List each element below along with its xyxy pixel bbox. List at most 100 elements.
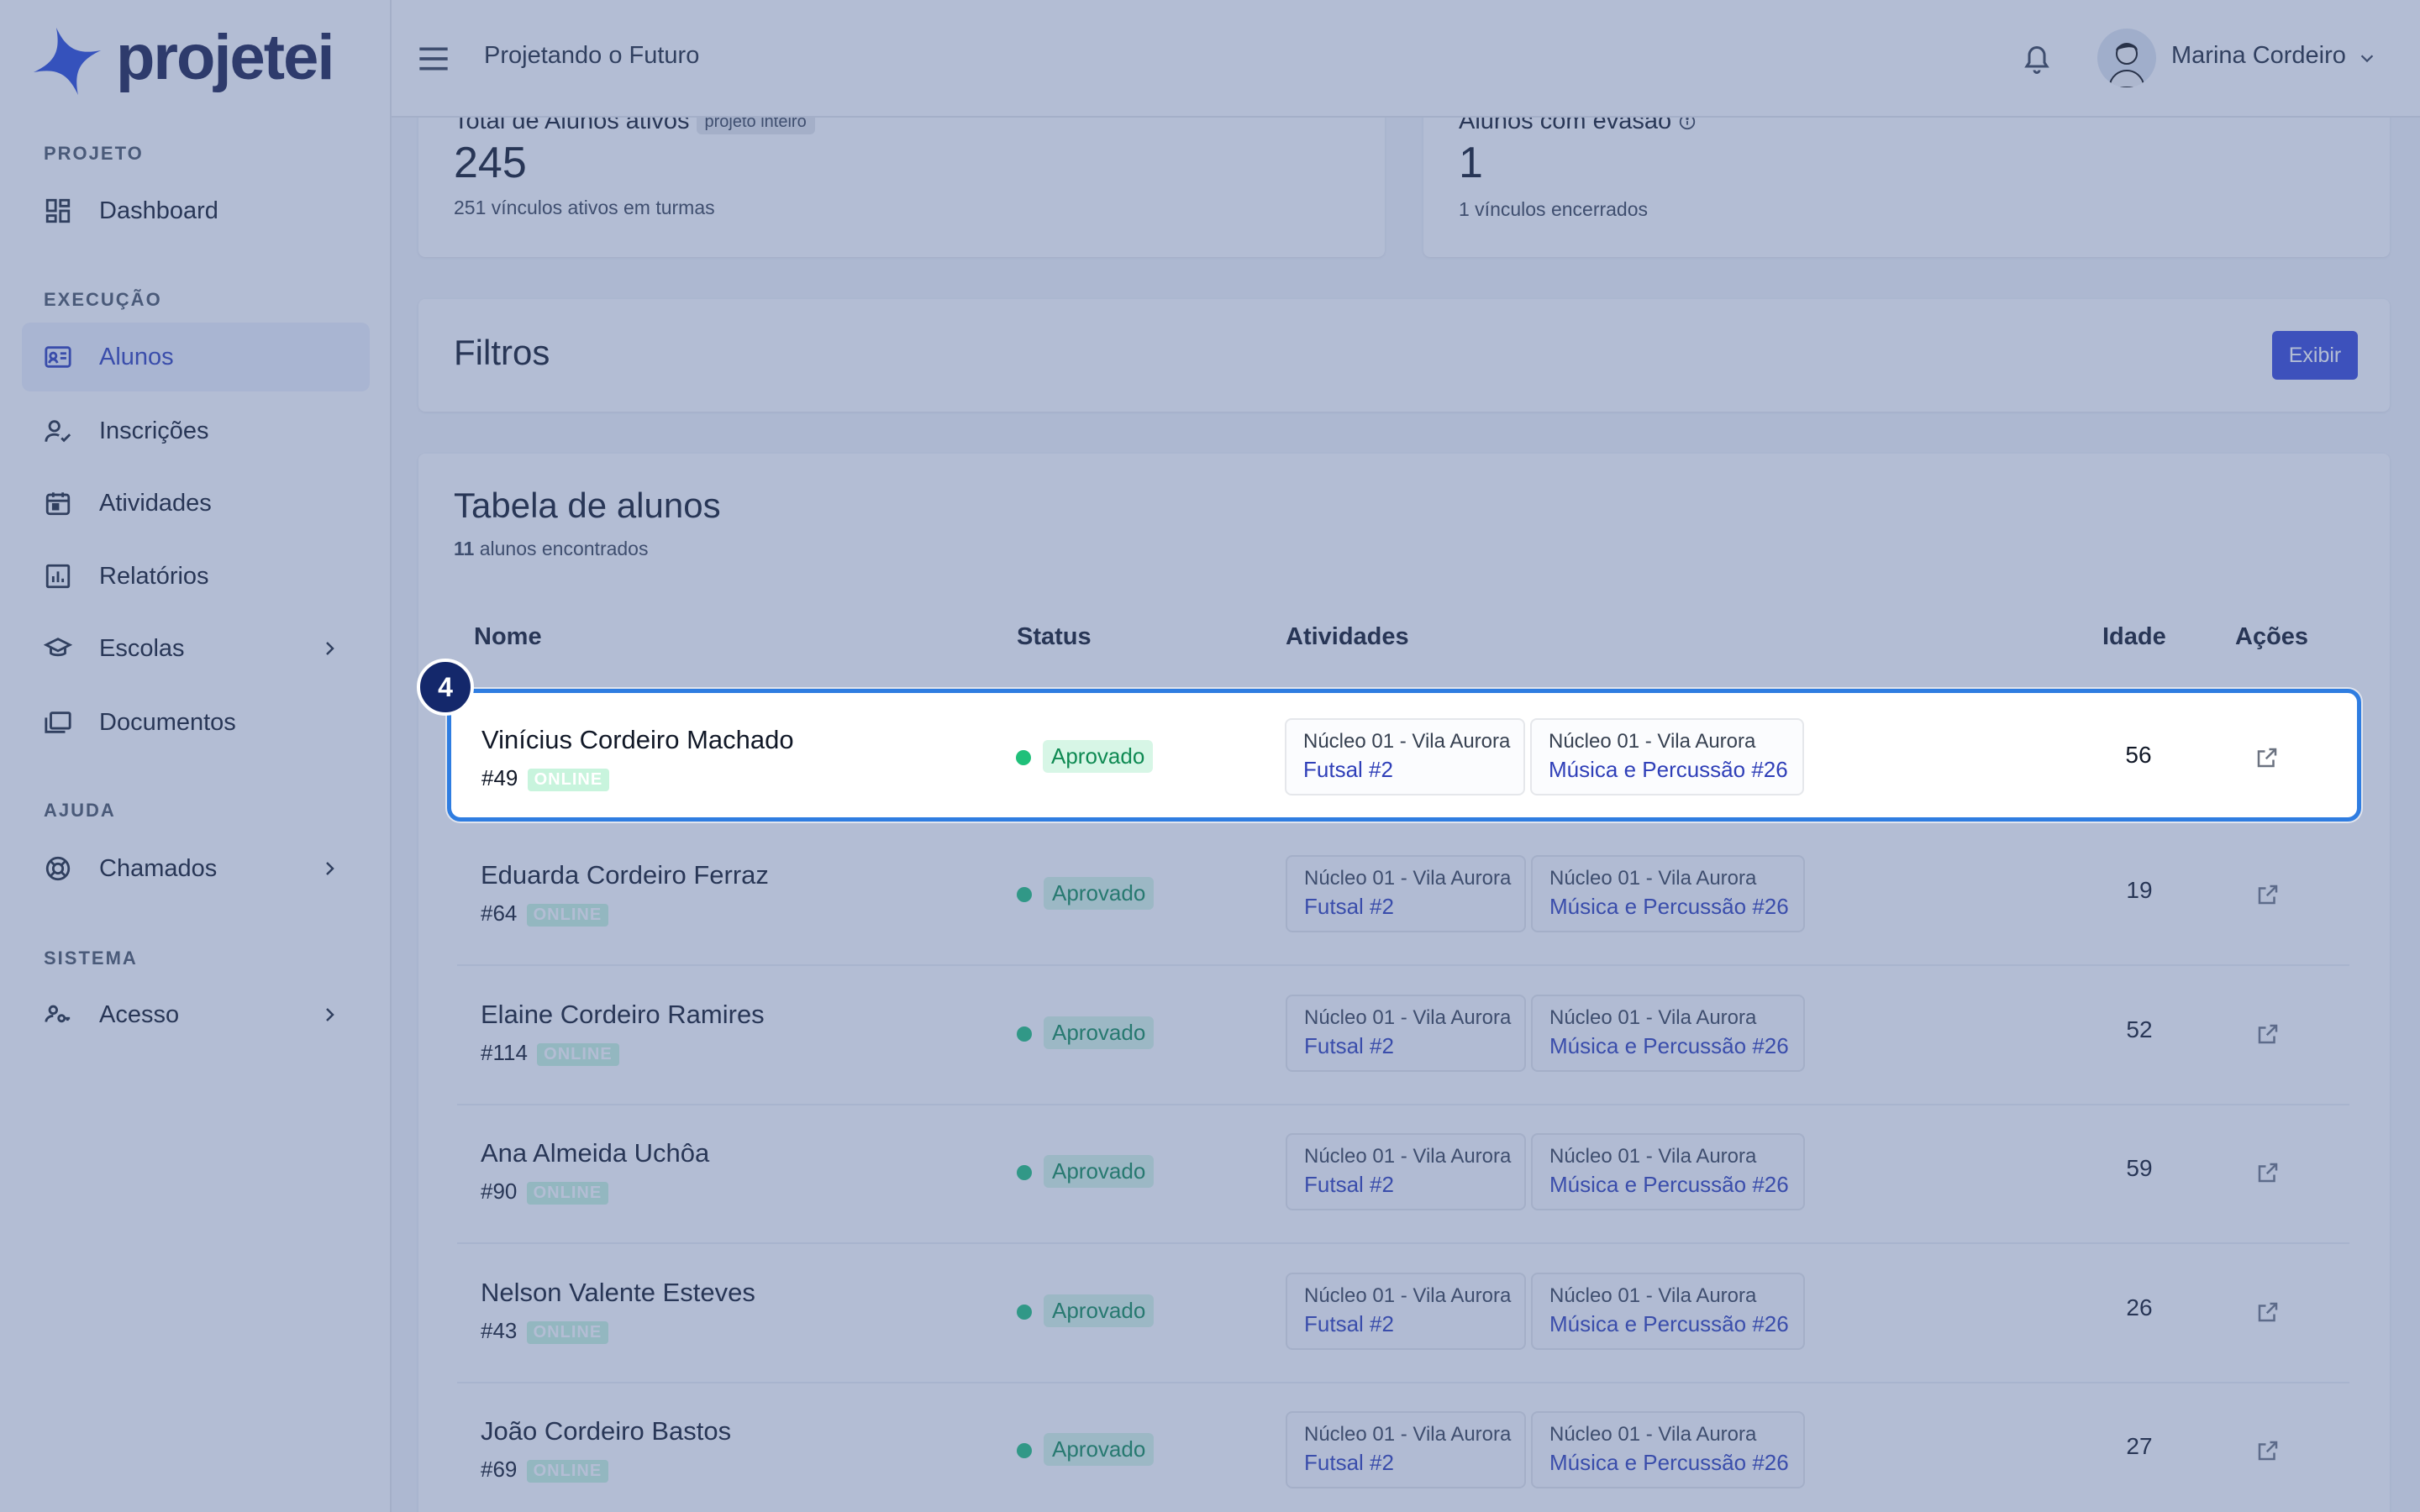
avatar-illustration-icon	[2107, 43, 2146, 87]
activity-tag[interactable]: Núcleo 01 - Vila Aurora Música e Percussã…	[1530, 718, 1804, 795]
student-name[interactable]: Ana Almeida Uchôa	[481, 1138, 709, 1168]
activity-name[interactable]: Futsal #2	[1304, 1311, 1507, 1337]
activity-location: Núcleo 01 - Vila Aurora	[1549, 1423, 1757, 1446]
activity-name[interactable]: Futsal #2	[1304, 1450, 1507, 1476]
sidebar-item-inscricoes[interactable]: Inscrições	[22, 396, 370, 465]
online-badge: ONLINE	[526, 1181, 609, 1205]
activity-tag[interactable]: Núcleo 01 - Vila Aurora Música e Percussã…	[1531, 1273, 1805, 1350]
status-dot-icon	[1016, 750, 1031, 765]
student-id-text: #43	[481, 1318, 518, 1343]
activity-name[interactable]: Música e Percussão #26	[1549, 1450, 1789, 1476]
highlighted-table-row[interactable]: Vinícius Cordeiro Machado #49 ONLINE Apr…	[447, 689, 2361, 822]
table-row[interactable]: Elaine Cordeiro Ramires #114 ONLINE Apro…	[457, 966, 2349, 1105]
column-header-idade[interactable]: Idade	[2102, 623, 2166, 651]
student-name[interactable]: Vinícius Cordeiro Machado	[481, 725, 794, 755]
sidebar-item-acesso[interactable]: Acesso	[22, 980, 370, 1049]
activity-tag[interactable]: Núcleo 01 - Vila Aurora Futsal #2	[1286, 1273, 1526, 1350]
activity-tag[interactable]: Núcleo 01 - Vila Aurora Música e Percussã…	[1531, 1411, 1805, 1488]
online-badge: ONLINE	[526, 903, 609, 927]
section-execucao: EXECUÇÃO	[44, 289, 162, 310]
external-link-icon[interactable]	[2255, 1160, 2281, 1185]
activity-tag[interactable]: Núcleo 01 - Vila Aurora Futsal #2	[1286, 1133, 1526, 1210]
column-header-acoes: Ações	[2235, 623, 2309, 650]
activity-tag[interactable]: Núcleo 01 - Vila Aurora Música e Percussã…	[1531, 995, 1805, 1072]
sidebar-item-chamados[interactable]: Chamados	[22, 834, 370, 903]
activity-name[interactable]: Futsal #2	[1304, 894, 1507, 920]
activity-name[interactable]: Música e Percussão #26	[1549, 1311, 1789, 1337]
external-link-icon[interactable]	[2255, 882, 2281, 907]
table-row[interactable]: Eduarda Cordeiro Ferraz #64 ONLINE Aprov…	[457, 827, 2349, 966]
student-name[interactable]: Eduarda Cordeiro Ferraz	[481, 860, 769, 890]
column-header-status[interactable]: Status	[1017, 623, 1092, 651]
activity-name[interactable]: Futsal #2	[1303, 757, 1507, 783]
status-badge: Aprovado	[1044, 877, 1155, 910]
sidebar-item-atividades[interactable]: Atividades	[22, 469, 370, 538]
external-link-icon[interactable]	[2254, 745, 2280, 770]
activity-tag[interactable]: Núcleo 01 - Vila Aurora Música e Percussã…	[1531, 855, 1805, 932]
sidebar-item-label: Dashboard	[99, 197, 218, 224]
stat-value-evasao: 1	[1459, 139, 1483, 187]
online-badge: ONLINE	[526, 1320, 609, 1344]
show-filters-button[interactable]: Exibir	[2272, 331, 2358, 380]
external-link-icon[interactable]	[2255, 1021, 2281, 1047]
table-row[interactable]: Ana Almeida Uchôa #90 ONLINE Aprovado Nú…	[457, 1105, 2349, 1244]
sidebar-item-label: Documentos	[99, 708, 236, 736]
logo-star-icon	[33, 27, 102, 96]
sidebar-item-alunos[interactable]: Alunos	[22, 323, 370, 391]
student-age: 59	[2126, 1155, 2153, 1181]
student-age: 26	[2126, 1294, 2153, 1320]
student-id: #90 ONLINE	[481, 1179, 609, 1205]
avatar[interactable]	[2097, 29, 2156, 87]
stat-value-total: 245	[454, 139, 527, 187]
activity-tag[interactable]: Núcleo 01 - Vila Aurora Futsal #2	[1285, 718, 1525, 795]
activity-name[interactable]: Futsal #2	[1304, 1172, 1507, 1198]
online-badge: ONLINE	[527, 768, 610, 791]
column-header-atividades[interactable]: Atividades	[1286, 623, 1409, 651]
activity-location: Núcleo 01 - Vila Aurora	[1304, 1423, 1512, 1446]
activity-name[interactable]: Música e Percussão #26	[1549, 1033, 1789, 1059]
hamburger-menu-icon[interactable]	[417, 44, 450, 74]
logo[interactable]: projetei	[30, 22, 334, 99]
sidebar-item-escolas[interactable]: Escolas	[22, 614, 370, 683]
external-link-icon[interactable]	[2255, 1299, 2281, 1325]
chevron-right-icon	[326, 1008, 334, 1021]
bell-icon[interactable]	[2022, 42, 2052, 76]
student-age: 19	[2126, 877, 2153, 903]
student-id: #69 ONLINE	[481, 1457, 609, 1483]
chevron-down-icon[interactable]	[2358, 49, 2376, 67]
student-id-text: #69	[481, 1457, 518, 1482]
results-count-number: 11	[454, 538, 475, 559]
section-sistema: SISTEMA	[44, 948, 138, 969]
external-link-icon[interactable]	[2255, 1438, 2281, 1463]
student-name[interactable]: João Cordeiro Bastos	[481, 1416, 731, 1446]
activity-tag[interactable]: Núcleo 01 - Vila Aurora Futsal #2	[1286, 995, 1526, 1072]
sidebar: projetei PROJETO Dashboard EXECUÇÃO Alun…	[0, 0, 392, 1512]
table-row[interactable]: João Cordeiro Bastos #69 ONLINE Aprovado…	[457, 1383, 2349, 1512]
activity-tag[interactable]: Núcleo 01 - Vila Aurora Futsal #2	[1286, 1411, 1526, 1488]
sidebar-item-label: Escolas	[99, 634, 185, 662]
online-badge: ONLINE	[526, 1459, 609, 1483]
graduation-cap-icon	[44, 638, 72, 657]
student-name[interactable]: Nelson Valente Esteves	[481, 1278, 755, 1308]
sidebar-item-documentos[interactable]: Documentos	[22, 688, 370, 757]
activity-name[interactable]: Futsal #2	[1304, 1033, 1507, 1059]
column-header-nome[interactable]: Nome	[474, 623, 542, 651]
activity-location: Núcleo 01 - Vila Aurora	[1549, 1145, 1757, 1168]
activity-location: Núcleo 01 - Vila Aurora	[1304, 1145, 1512, 1168]
student-name[interactable]: Elaine Cordeiro Ramires	[481, 1000, 765, 1030]
sidebar-item-dashboard[interactable]: Dashboard	[22, 176, 370, 245]
top-header: Projetando o Futuro Marina Cordeiro	[392, 0, 2420, 118]
activity-tag[interactable]: Núcleo 01 - Vila Aurora Música e Percussã…	[1531, 1133, 1805, 1210]
lifebuoy-icon	[45, 856, 71, 881]
activity-name[interactable]: Música e Percussão #26	[1549, 894, 1789, 920]
user-name[interactable]: Marina Cordeiro	[2171, 42, 2346, 70]
sidebar-item-relatorios[interactable]: Relatórios	[22, 542, 370, 611]
activity-name[interactable]: Música e Percussão #26	[1549, 1172, 1789, 1198]
activity-name[interactable]: Música e Percussão #26	[1549, 757, 1788, 783]
section-projeto: PROJETO	[44, 143, 144, 164]
status-badge: Aprovado	[1044, 1433, 1155, 1466]
student-id: #43 ONLINE	[481, 1318, 609, 1344]
activity-tag[interactable]: Núcleo 01 - Vila Aurora Futsal #2	[1286, 855, 1526, 932]
table-row[interactable]: Nelson Valente Esteves #43 ONLINE Aprova…	[457, 1244, 2349, 1383]
results-count: 11 alunos encontrados	[454, 538, 648, 560]
